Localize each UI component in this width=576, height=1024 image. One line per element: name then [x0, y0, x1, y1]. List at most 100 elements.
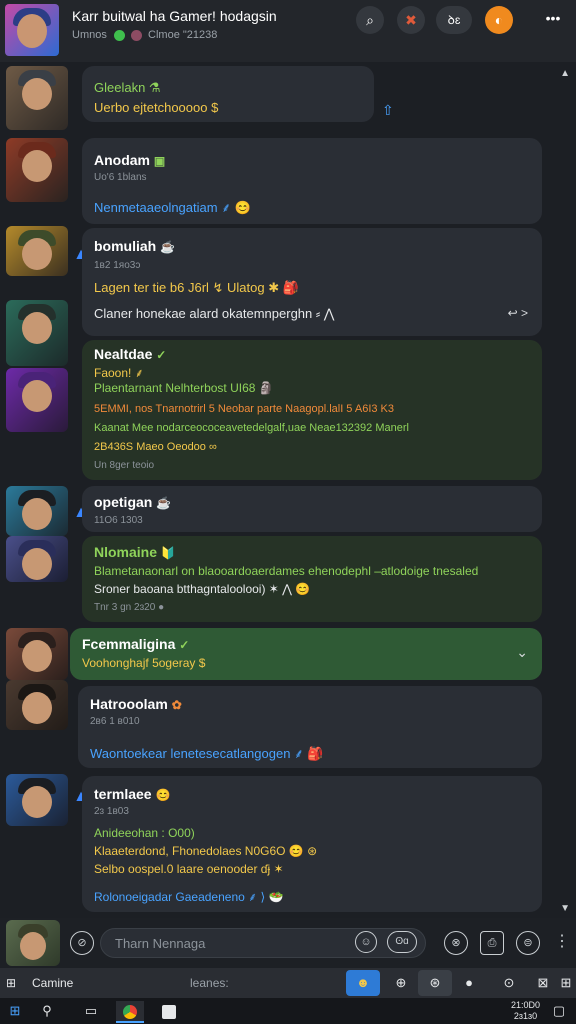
- message-text: 5EMMI, nos Tnarnotrirl 5 Neobar parte Na…: [94, 403, 395, 415]
- clear-button[interactable]: ⊗: [444, 931, 468, 955]
- media-button[interactable]: ⎙: [480, 931, 504, 955]
- avatar[interactable]: [6, 300, 68, 366]
- more-vertical-icon: ⋮: [554, 933, 570, 950]
- search-button[interactable]: ⌕: [356, 6, 384, 34]
- message-author: Anodam ▣: [94, 152, 165, 168]
- message-bubble[interactable]: Hatrooolam ✿ 2ʙ6 1 ʙ010 Waontoekear lene…: [78, 686, 542, 768]
- channel-avatar[interactable]: [5, 4, 59, 56]
- badge-icon: ▣: [153, 154, 166, 168]
- tab-item[interactable]: ⊕: [384, 970, 418, 996]
- badge-icon: ✓: [179, 638, 190, 652]
- author-name: Fcemmaligina: [82, 636, 176, 652]
- grid-icon[interactable]: ⊞: [6, 976, 16, 990]
- avatar[interactable]: [6, 680, 68, 730]
- avatar[interactable]: [6, 486, 68, 536]
- avatar[interactable]: [6, 368, 68, 432]
- author-name: Anodam: [94, 152, 150, 168]
- message-text: Anideeohan : O00): [94, 826, 195, 840]
- app-logo-icon: [162, 1004, 176, 1019]
- subtitle-right: Clmoe "21238: [148, 29, 218, 41]
- notification-icon[interactable]: ▢: [548, 1001, 570, 1021]
- scroll-down-icon[interactable]: ▼: [560, 903, 570, 914]
- user-avatar[interactable]: [6, 920, 60, 966]
- more-button[interactable]: •••: [538, 6, 568, 34]
- message-text: Selbo oospel.0 laare oenooder ɗɉ ✶: [94, 862, 284, 876]
- bottom-label-left[interactable]: Camine: [32, 976, 73, 990]
- scroll-up-icon[interactable]: ▲: [560, 68, 570, 79]
- composer-more-button[interactable]: ⋮: [550, 931, 574, 955]
- start-icon[interactable]: ⊞: [4, 1001, 26, 1021]
- smile-icon: ☻: [356, 975, 370, 990]
- gif-button[interactable]: ʘɑ: [387, 931, 417, 953]
- emoji-button[interactable]: ☺: [355, 931, 377, 953]
- task-view-icon[interactable]: ▭: [80, 1001, 102, 1021]
- pinned-message-banner[interactable]: Fcemmaligina ✓ Voohonghajf 5ogeray $ ⌄: [70, 628, 542, 680]
- message-author: Nealtdae ✓: [94, 346, 166, 362]
- orange-status-button[interactable]: ◐: [485, 6, 513, 34]
- settings-icon: ⊛: [429, 975, 441, 990]
- message-bubble[interactable]: bomuliah ☕ 1ʙ2 1ᴙo3ᴐ Lagen ter tie b6 J6…: [82, 228, 542, 336]
- message-bubble[interactable]: Nlomaine 🔰 Blametanaonarl on blaooardoae…: [82, 536, 542, 622]
- reply-chevron-icon[interactable]: ↩ >: [508, 306, 528, 320]
- tab-item[interactable]: ⊙: [492, 970, 526, 996]
- browser-icon[interactable]: [116, 1001, 144, 1023]
- avatar[interactable]: [6, 138, 68, 202]
- close-circle-icon: ⊗: [451, 937, 461, 949]
- avatar[interactable]: [6, 628, 68, 680]
- emoji-icon: ☺: [360, 936, 372, 948]
- tab-item[interactable]: ⊠: [526, 970, 560, 996]
- message-text: Klaaeterdond, Fhonedolaes N0G6O 😊 ⊛: [94, 844, 318, 858]
- message-text: 2B436S Maeo Oeodoo ∞: [94, 441, 217, 453]
- message-text: Rolonoeigadar Gaeadeneno ⸙ ⟩ 🥗: [94, 890, 284, 904]
- browser-logo-icon: [123, 1004, 137, 1019]
- message-text: Lagen ter tie b6 J6rl ↯ Ulatog ✱ 🎒: [94, 280, 299, 295]
- message-feed[interactable]: ▲ Gleelakn ⚗ Uerbo ejtetchooooo $ ⇧ Anod…: [0, 62, 576, 918]
- avatar[interactable]: [6, 66, 68, 130]
- message-text: Faoon! ⸙: [94, 366, 144, 380]
- chevron-down-icon[interactable]: ⌄: [516, 644, 528, 661]
- status-indicator-icon: [130, 29, 142, 41]
- message-input[interactable]: Tharn Nennaga ☺ ʘɑ: [100, 928, 426, 958]
- voice-button[interactable]: ⊜: [516, 931, 540, 955]
- author-name: Hatrooolam: [90, 696, 168, 712]
- avatar-face-shape: [22, 640, 52, 672]
- app-icon[interactable]: [158, 1001, 180, 1021]
- message-bubble[interactable]: opetigan ☕ 11O6 1303: [82, 486, 542, 532]
- tab-item[interactable]: ●: [452, 970, 486, 996]
- message-author: Hatrooolam ✿: [90, 696, 182, 712]
- taskbar-clock[interactable]: 21:0D0 2ɜ1ɜ0: [511, 1000, 540, 1022]
- message-composer: ⊘ Tharn Nennaga ☺ ʘɑ ⊗ ⎙ ⊜ ⋮: [0, 918, 576, 968]
- avatar-face-shape: [22, 498, 52, 530]
- tab-active[interactable]: ☻: [346, 970, 380, 996]
- search-icon[interactable]: ⚲: [36, 1001, 58, 1021]
- message-text: Uerbo ejtetchooooo $: [94, 100, 219, 115]
- message-text: Waontoekear lenetesecatlangogen ⸙ 🎒: [90, 746, 324, 761]
- message-text: Sroner baoana btthagntaloolooi) ✶ ⋀ 😊: [94, 582, 311, 596]
- message-bubble[interactable]: Nealtdae ✓ Faoon! ⸙ Plaentarnant Nelhter…: [82, 340, 542, 480]
- avatar[interactable]: [6, 536, 68, 582]
- avatar-face-shape: [22, 238, 52, 270]
- attach-button[interactable]: ⊘: [70, 931, 94, 955]
- avatar-face-shape: [22, 312, 52, 344]
- message-time: Tnr 3 gn 2ɜ20 ●: [94, 602, 165, 613]
- avatar[interactable]: [6, 226, 68, 276]
- avatar[interactable]: [6, 774, 68, 826]
- arrow-up-icon[interactable]: ⇧: [382, 102, 394, 119]
- message-time: Uo'6 1blans: [94, 172, 147, 183]
- message-bubble[interactable]: termlaee 😊 2ɜ 1ʙ03 Anideeohan : O00) Kla…: [82, 776, 542, 912]
- message-bubble[interactable]: Anodam ▣ Uo'6 1blans Nenmetaaeolngatiam …: [82, 138, 542, 224]
- badge-icon: ✓: [156, 348, 167, 362]
- orange-status-icon: ◐: [494, 12, 504, 28]
- message-bubble[interactable]: Gleelakn ⚗ Uerbo ejtetchooooo $: [82, 66, 374, 122]
- tab-item[interactable]: ⊛: [418, 970, 452, 996]
- tab-item[interactable]: ⊞: [556, 970, 576, 996]
- message-time: 2ʙ6 1 ʙ010: [90, 716, 140, 727]
- author-name: Nealtdae: [94, 346, 153, 362]
- bolt-button[interactable]: ✖: [397, 6, 425, 34]
- controller-button[interactable]: ꝺɛ: [436, 6, 472, 34]
- avatar-face-shape: [22, 692, 52, 724]
- more-icon: •••: [545, 10, 561, 26]
- author-name: Nlomaine: [94, 544, 158, 560]
- media-icon: ⎙: [487, 937, 497, 949]
- badge-icon: 🔰: [160, 546, 176, 560]
